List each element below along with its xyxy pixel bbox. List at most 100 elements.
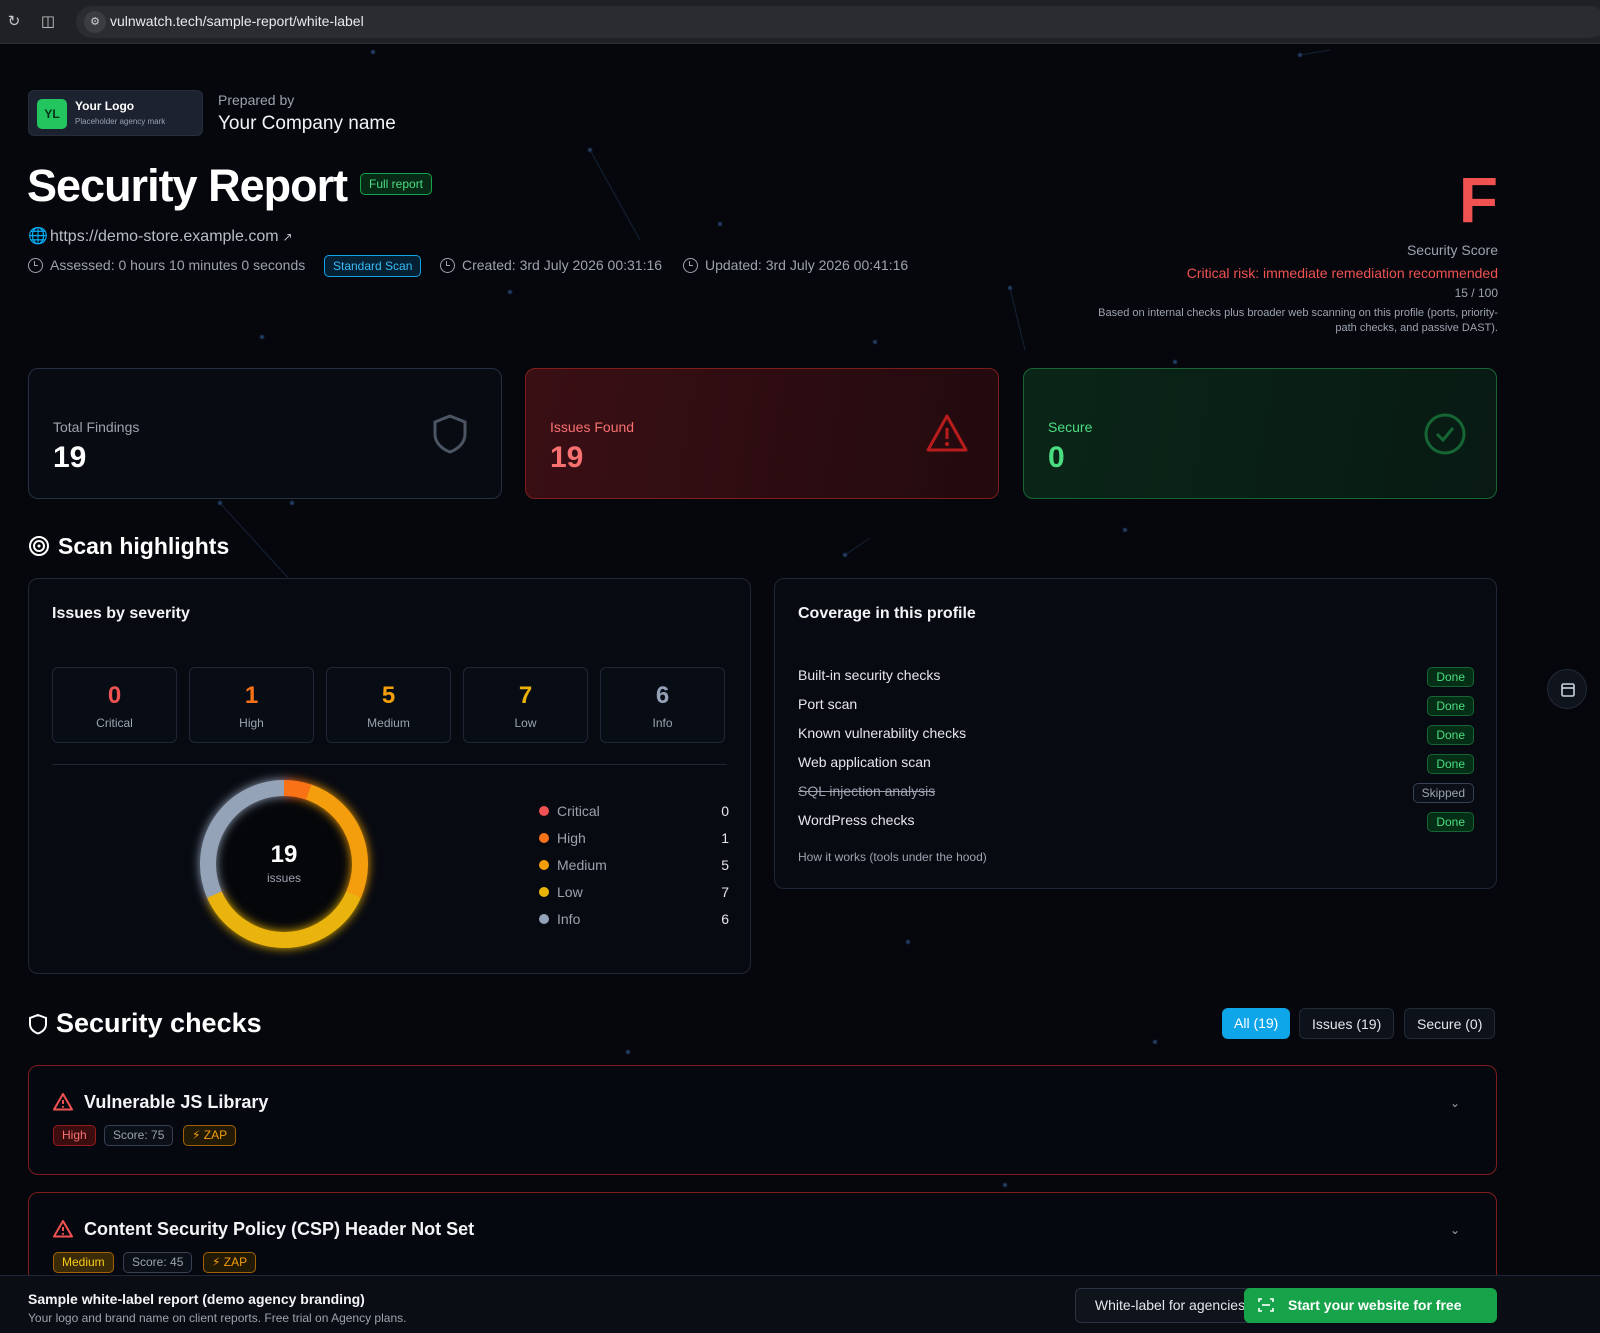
scan-highlights-heading: Scan highlights <box>28 533 229 560</box>
split-view-icon[interactable]: ◫ <box>37 11 59 33</box>
coverage-title: Coverage in this profile <box>798 605 976 622</box>
page-title: Security Report <box>27 160 348 211</box>
card-value: 19 <box>550 441 584 474</box>
legend-dot <box>539 860 549 870</box>
severity-low: 7 Low <box>463 667 588 743</box>
filter-all-button[interactable]: All (19) <box>1222 1008 1291 1039</box>
status-badge: Done <box>1427 812 1474 832</box>
tool-name: ZAP <box>203 1128 228 1142</box>
severity-panel: Issues by severity 0 Critical 1 High 5 Medi… <box>28 578 751 974</box>
severity-count: 7 <box>518 682 533 709</box>
security-score-label: Security Score <box>1406 242 1498 258</box>
severity-tag: Medium <box>53 1252 114 1273</box>
severity-title: Issues by severity <box>52 605 190 622</box>
donut-total: 19 <box>270 841 298 868</box>
security-grade: F <box>1458 164 1498 236</box>
promo-footer: Sample white-label report (demo agency b… <box>0 1275 1600 1333</box>
check-title: Content Security Policy (CSP) Header Not… <box>84 1219 475 1239</box>
legend-dot <box>539 914 549 924</box>
check-item[interactable]: Vulnerable JS Library ⌄ High Score: 75 ⚡… <box>28 1065 1497 1175</box>
chevron-down-icon[interactable]: ⌄ <box>1450 1223 1460 1237</box>
assessed-text: Assessed: 0 hours 10 minutes 0 seconds <box>50 257 306 273</box>
logo-subtitle: Placeholder agency mark <box>75 117 166 126</box>
warning-icon <box>53 1220 73 1238</box>
card-value: 0 <box>1048 441 1065 474</box>
legend-item: Medium 5 <box>539 857 729 873</box>
legend-item: High 1 <box>539 830 729 846</box>
severity-label: Low <box>514 716 537 730</box>
chevron-down-icon[interactable]: ⌄ <box>1450 1096 1460 1110</box>
updated-text: Updated: 3rd July 2026 00:41:16 <box>705 257 909 273</box>
clock-icon <box>440 258 455 273</box>
white-label-button[interactable]: White-label for agencies <box>1075 1288 1265 1323</box>
side-panel-toggle[interactable] <box>1547 669 1587 709</box>
status-badge: Done <box>1427 696 1474 716</box>
company-name: Your Company name <box>218 113 396 134</box>
start-free-label: Start your website for free <box>1288 1297 1462 1313</box>
legend-label: Info <box>557 911 581 927</box>
url-text: vulnwatch.tech/sample-report/white-label <box>110 13 364 29</box>
shield-icon <box>29 1013 47 1035</box>
legend-label: High <box>557 830 586 846</box>
site-url-line[interactable]: 🌐 https://demo-store.example.com ↗ <box>28 226 293 246</box>
severity-label: Medium <box>367 716 410 730</box>
legend-value: 7 <box>721 884 729 900</box>
warning-icon <box>926 414 968 452</box>
filter-issues-button[interactable]: Issues (19) <box>1299 1008 1395 1039</box>
agency-logo: YL Your Logo Placeholder agency mark <box>28 90 203 136</box>
coverage-item: SQL injection analysis <box>798 783 936 799</box>
how-it-works-link[interactable]: How it works (tools under the hood) <box>798 850 987 864</box>
logo-title: Your Logo <box>75 99 135 113</box>
updated-timestamp: Updated: 3rd July 2026 00:41:16 <box>683 257 908 273</box>
heading-text: Scan highlights <box>58 533 230 559</box>
legend-value: 6 <box>721 911 729 927</box>
status-badge: Done <box>1427 754 1474 774</box>
browser-toolbar: ↻ ◫ ⚙ vulnwatch.tech/sample-report/white… <box>0 0 1600 44</box>
card-value: 19 <box>53 441 87 474</box>
site-url-link[interactable]: https://demo-store.example.com <box>50 228 279 245</box>
legend-value: 5 <box>721 857 729 873</box>
severity-medium: 5 Medium <box>326 667 451 743</box>
card-label: Issues Found <box>550 419 635 435</box>
globe-icon: 🌐 <box>28 228 48 245</box>
check-title: Vulnerable JS Library <box>84 1092 269 1112</box>
panel-icon <box>1561 683 1575 697</box>
filter-secure-button[interactable]: Secure (0) <box>1404 1008 1496 1039</box>
footer-title: Sample white-label report (demo agency b… <box>28 1291 365 1307</box>
coverage-item: Known vulnerability checks <box>798 725 967 741</box>
issues-found-card: Issues Found 19 <box>525 368 999 499</box>
coverage-item: Built-in security checks <box>798 667 941 683</box>
footer-subtitle: Your logo and brand name on client repor… <box>28 1311 407 1325</box>
radar-icon <box>29 536 49 556</box>
clock-icon <box>28 258 43 273</box>
legend-value: 1 <box>721 830 729 846</box>
severity-count: 1 <box>244 682 259 709</box>
logo-mark: YL <box>37 99 67 129</box>
address-bar[interactable]: ⚙ vulnwatch.tech/sample-report/white-lab… <box>76 6 1600 38</box>
severity-critical: 0 Critical <box>52 667 177 743</box>
site-settings-icon[interactable]: ⚙ <box>84 11 106 33</box>
severity-count: 0 <box>107 682 122 709</box>
legend-label: Medium <box>557 857 607 873</box>
start-free-button[interactable]: Start your website for free <box>1244 1288 1497 1323</box>
legend-label: Critical <box>557 803 600 819</box>
external-link-icon: ↗ <box>282 230 293 244</box>
created-timestamp: Created: 3rd July 2026 00:31:16 <box>440 257 662 273</box>
tool-tag: ⚡︎ ZAP <box>183 1125 237 1146</box>
legend-dot <box>539 806 549 816</box>
legend-item: Info 6 <box>539 911 729 927</box>
coverage-item: Web application scan <box>798 754 931 770</box>
severity-label: Info <box>652 716 673 730</box>
total-findings-card: Total Findings 19 <box>28 368 502 499</box>
severity-high: 1 High <box>189 667 314 743</box>
card-label: Total Findings <box>53 419 140 435</box>
heading-text: Security checks <box>56 1008 262 1038</box>
severity-count: 6 <box>655 682 670 709</box>
severity-label: Critical <box>96 716 133 730</box>
clock-icon <box>683 258 698 273</box>
tool-tag: ⚡︎ ZAP <box>203 1252 257 1273</box>
reload-icon[interactable]: ↻ <box>3 11 25 33</box>
severity-tag: High <box>53 1125 96 1146</box>
severity-label: High <box>239 716 264 730</box>
donut-slice-high <box>283 780 312 800</box>
